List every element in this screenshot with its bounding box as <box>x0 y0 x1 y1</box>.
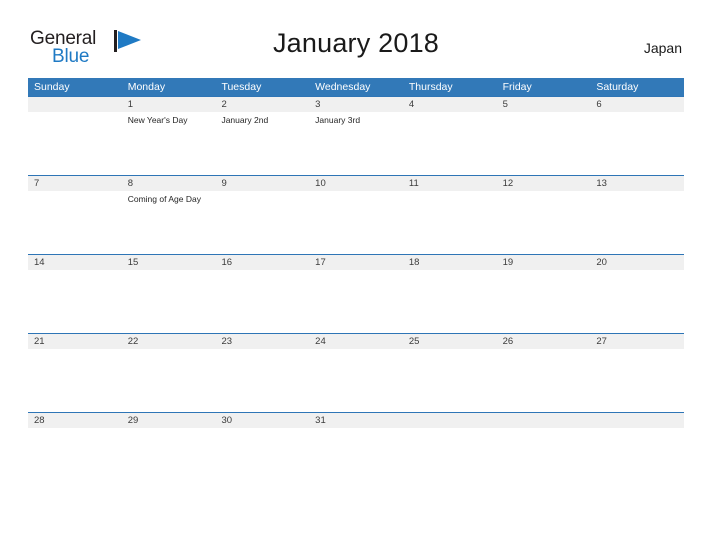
day-number[interactable]: 17 <box>309 255 403 270</box>
day-number[interactable]: 23 <box>215 334 309 349</box>
day-event-text <box>590 428 684 492</box>
calendar-week-row: 28 29 30 31 <box>28 412 684 492</box>
day-event-text <box>122 270 216 334</box>
day-event-text <box>122 428 216 492</box>
day-event-text <box>28 112 122 176</box>
day-event-text <box>497 112 591 176</box>
day-number[interactable]: 5 <box>497 97 591 112</box>
day-event-text <box>215 270 309 334</box>
weekday-header-monday: Monday <box>127 81 166 93</box>
day-number[interactable] <box>590 413 684 428</box>
day-event-text <box>403 428 497 492</box>
day-event-text: January 2nd <box>221 115 269 125</box>
week-event-band: New Year's Day January 2nd January 3rd <box>28 112 684 176</box>
day-number[interactable] <box>28 97 122 112</box>
week-event-band: Coming of Age Day <box>28 191 684 255</box>
calendar-page: General Blue January 2018 Japan Sunday M… <box>0 0 712 550</box>
day-number[interactable]: 28 <box>28 413 122 428</box>
day-event-text <box>28 270 122 334</box>
calendar-week-row: 1 2 3 4 5 6 New Year's Day January 2nd J… <box>28 96 684 176</box>
week-daynumber-band: 28 29 30 31 <box>28 413 684 428</box>
day-number[interactable]: 20 <box>590 255 684 270</box>
weekday-header-sunday: Sunday <box>34 81 70 93</box>
day-event-text <box>28 428 122 492</box>
day-number[interactable]: 15 <box>122 255 216 270</box>
weekday-header-thursday: Thursday <box>408 81 453 93</box>
day-number[interactable]: 3 <box>309 97 403 112</box>
day-number[interactable]: 25 <box>403 334 497 349</box>
day-number[interactable] <box>497 413 591 428</box>
day-number[interactable]: 26 <box>497 334 591 349</box>
weekday-header-friday: Friday <box>502 81 532 93</box>
calendar-week-row: 14 15 16 17 18 19 20 <box>28 254 684 334</box>
week-daynumber-band: 1 2 3 4 5 6 <box>28 97 684 112</box>
day-number[interactable]: 10 <box>309 176 403 191</box>
day-event-text <box>403 191 497 255</box>
day-number[interactable]: 30 <box>215 413 309 428</box>
day-event-text: New Year's Day <box>127 115 188 125</box>
day-event-text <box>497 349 591 413</box>
day-event-text <box>403 270 497 334</box>
day-number[interactable]: 22 <box>122 334 216 349</box>
day-event-text <box>215 191 309 255</box>
weekday-header-saturday: Saturday <box>596 81 639 93</box>
day-number[interactable]: 16 <box>215 255 309 270</box>
calendar-grid: Sunday Monday Tuesday Wednesday Thursday… <box>28 78 684 492</box>
day-event-text <box>590 191 684 255</box>
day-event-text <box>403 112 497 176</box>
day-number[interactable]: 11 <box>403 176 497 191</box>
day-number[interactable]: 9 <box>215 176 309 191</box>
day-event-text <box>403 349 497 413</box>
week-daynumber-band: 21 22 23 24 25 26 27 <box>28 334 684 349</box>
day-event-text <box>309 270 403 334</box>
day-number[interactable]: 31 <box>309 413 403 428</box>
weekday-header-tuesday: Tuesday <box>221 81 262 93</box>
day-event-text <box>590 349 684 413</box>
day-event-text <box>122 349 216 413</box>
week-event-band <box>28 349 684 413</box>
page-header: General Blue January 2018 Japan <box>0 0 712 67</box>
week-daynumber-band: 7 8 9 10 11 12 13 <box>28 176 684 191</box>
day-event-text: Coming of Age Day <box>127 194 201 204</box>
calendar-week-row: 21 22 23 24 25 26 27 <box>28 333 684 413</box>
day-number[interactable]: 29 <box>122 413 216 428</box>
day-number[interactable]: 7 <box>28 176 122 191</box>
day-event-text <box>215 428 309 492</box>
calendar-week-row: 7 8 9 10 11 12 13 Coming of Age Day <box>28 175 684 255</box>
week-event-band <box>28 270 684 334</box>
week-event-band <box>28 428 684 492</box>
day-number[interactable]: 12 <box>497 176 591 191</box>
day-number[interactable]: 4 <box>403 97 497 112</box>
day-event-text <box>309 191 403 255</box>
day-event-text <box>28 349 122 413</box>
day-event-text <box>497 191 591 255</box>
page-title: January 2018 <box>272 28 440 58</box>
day-number[interactable]: 27 <box>590 334 684 349</box>
weekday-header-row: Sunday Monday Tuesday Wednesday Thursday… <box>28 78 684 96</box>
week-daynumber-band: 14 15 16 17 18 19 20 <box>28 255 684 270</box>
day-number[interactable]: 2 <box>215 97 309 112</box>
day-event-text <box>215 349 309 413</box>
day-number[interactable]: 21 <box>28 334 122 349</box>
day-number[interactable]: 18 <box>403 255 497 270</box>
day-event-text <box>497 270 591 334</box>
weekday-header-wednesday: Wednesday <box>315 81 371 93</box>
day-event-text <box>590 270 684 334</box>
day-event-text <box>497 428 591 492</box>
day-number[interactable]: 14 <box>28 255 122 270</box>
day-number[interactable]: 13 <box>590 176 684 191</box>
day-number[interactable]: 1 <box>122 97 216 112</box>
day-number[interactable]: 8 <box>122 176 216 191</box>
day-event-text <box>590 112 684 176</box>
day-number[interactable] <box>403 413 497 428</box>
day-number[interactable]: 6 <box>590 97 684 112</box>
day-event-text <box>309 349 403 413</box>
day-event-text <box>28 191 122 255</box>
day-number[interactable]: 19 <box>497 255 591 270</box>
day-event-text <box>309 428 403 492</box>
country-label: Japan <box>643 40 682 56</box>
day-event-text: January 3rd <box>315 115 361 125</box>
day-number[interactable]: 24 <box>309 334 403 349</box>
